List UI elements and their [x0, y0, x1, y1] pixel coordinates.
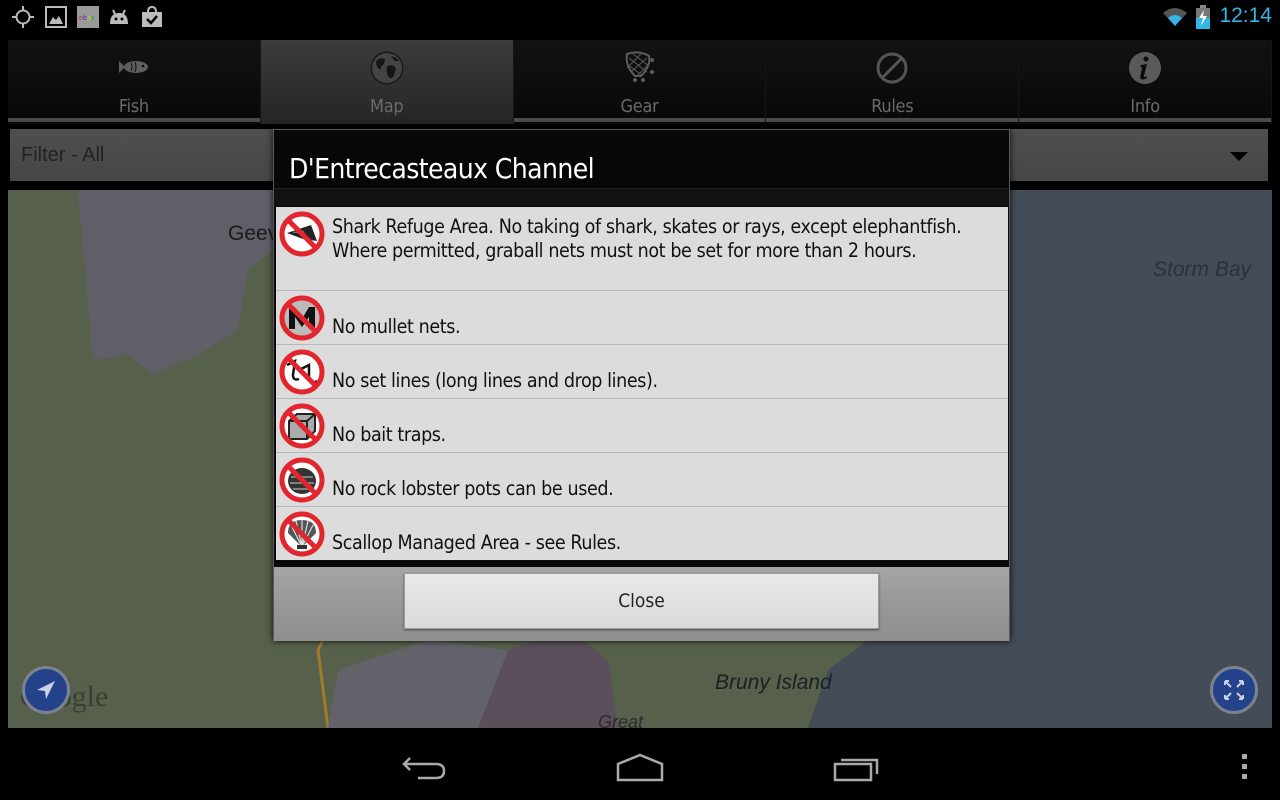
tab-rules[interactable]: Rules	[766, 40, 1020, 124]
recent-apps-icon[interactable]	[832, 752, 882, 782]
tab-gear[interactable]: Gear	[513, 40, 767, 124]
rule-text: No set lines (long lines and drop lines)…	[332, 369, 658, 392]
info-icon	[1129, 52, 1162, 84]
dialog-button-bar: Close	[274, 567, 1009, 641]
tab-gear-label: Gear	[620, 96, 659, 117]
wifi-icon	[1163, 8, 1187, 26]
clock: 12:14	[1219, 4, 1272, 27]
tab-map-label: Map	[370, 96, 404, 117]
tab-info[interactable]: Info	[1019, 40, 1272, 124]
rule-text: Scallop Managed Area - see Rules.	[332, 531, 621, 554]
rule-text: No bait traps.	[332, 423, 446, 446]
map-label-geeveston: Geev	[228, 222, 279, 245]
gps-icon	[12, 6, 34, 28]
my-location-icon	[37, 681, 55, 699]
fish-icon	[118, 61, 148, 73]
rule-item[interactable]: No set lines (long lines and drop lines)…	[276, 345, 1008, 399]
fullscreen-button[interactable]	[1210, 666, 1258, 714]
battery-charging-icon	[1196, 5, 1210, 29]
filter-selected-value: Filter - All	[21, 144, 105, 166]
tab-bar: Fish Map Gear Rules Info	[8, 40, 1272, 124]
status-bar: e b a y 12:14	[0, 0, 1280, 33]
tab-underline	[1019, 118, 1271, 122]
map-label-bruny-island: Bruny Island	[715, 671, 832, 694]
tab-rules-label: Rules	[871, 96, 914, 117]
rule-text: Shark Refuge Area. No taking of shark, s…	[332, 215, 962, 262]
tab-fish[interactable]: Fish	[8, 40, 261, 124]
rule-text: No rock lobster pots can be used.	[332, 477, 614, 500]
rule-item[interactable]: Shark Refuge Area. No taking of shark, s…	[276, 207, 1008, 291]
tab-info-label: Info	[1130, 96, 1160, 117]
map-label-storm-bay: Storm Bay	[1153, 258, 1252, 281]
tab-underline	[513, 118, 766, 122]
no-shark-icon	[279, 211, 325, 257]
back-icon[interactable]	[400, 752, 448, 782]
rule-item[interactable]: No mullet nets.	[276, 291, 1008, 345]
screen: e b a y 12:14 Fish Map Gear Rules Info F…	[0, 0, 1280, 800]
tab-fish-label: Fish	[118, 96, 149, 117]
globe-icon	[370, 51, 404, 85]
ebay-icon: e b a y	[77, 6, 99, 28]
area-rules-dialog: D'Entrecasteaux Channel Shark Refuge Are…	[273, 129, 1010, 641]
rule-text: No mullet nets.	[332, 315, 461, 338]
rules-list[interactable]: Shark Refuge Area. No taking of shark, s…	[276, 207, 1008, 560]
close-button[interactable]: Close	[404, 573, 879, 629]
overflow-menu-icon[interactable]	[1240, 752, 1250, 782]
rule-item[interactable]: Scallop Managed Area - see Rules.	[276, 507, 1008, 560]
gallery-icon	[45, 6, 67, 28]
fullscreen-icon	[1224, 680, 1244, 700]
shopping-bag-check-icon	[142, 6, 162, 27]
rule-item[interactable]: No bait traps.	[276, 399, 1008, 453]
prohibited-icon	[876, 52, 908, 84]
my-location-button[interactable]	[22, 666, 70, 714]
tab-map[interactable]: Map	[260, 40, 514, 124]
dialog-title-divider	[274, 188, 1009, 206]
map-label-great: Great	[598, 712, 644, 728]
tab-underline	[766, 118, 1019, 122]
dialog-title-bar: D'Entrecasteaux Channel	[274, 130, 1009, 206]
dropdown-caret-icon	[1230, 152, 1248, 161]
svg-text:y: y	[91, 15, 95, 22]
home-icon[interactable]	[614, 752, 666, 782]
android-icon	[110, 9, 128, 24]
tab-underline	[8, 118, 260, 122]
dialog-title: D'Entrecasteaux Channel	[289, 152, 595, 185]
rule-item[interactable]: No rock lobster pots can be used.	[276, 453, 1008, 507]
net-icon	[626, 51, 655, 82]
navigation-bar	[0, 730, 1280, 800]
